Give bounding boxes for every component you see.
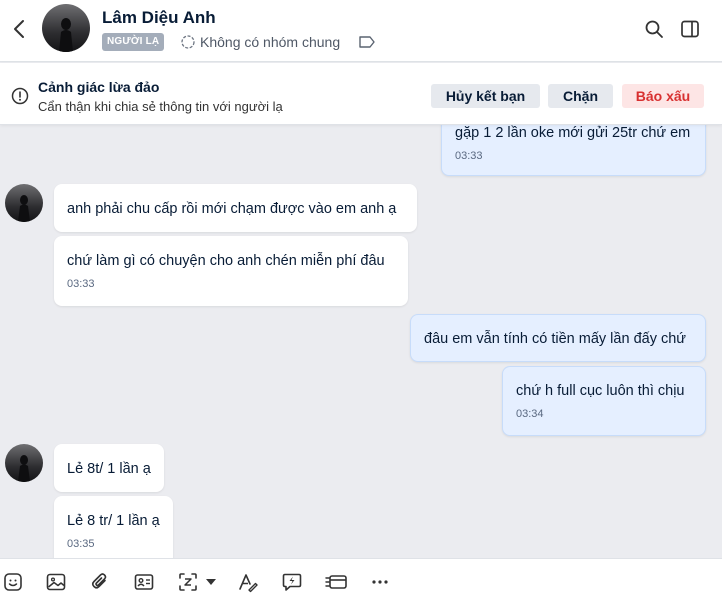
block-button[interactable]: Chặn <box>548 84 613 108</box>
message-bubble-incoming[interactable]: anh phải chu cấp rồi mới chạm được vào e… <box>54 184 417 232</box>
warning-subtitle: Cẩn thận khi chia sẻ thông tin với người… <box>38 99 283 114</box>
toggle-info-panel-button[interactable] <box>677 16 703 42</box>
message-time: 03:35 <box>67 538 95 550</box>
warning-title: Cảnh giác lừa đảo <box>38 79 160 95</box>
chevron-left-icon <box>14 20 24 38</box>
tag-icon <box>359 36 375 48</box>
sidebar-panel-icon <box>681 20 699 38</box>
payment-transfer-button[interactable] <box>324 569 350 595</box>
message-bubble-incoming[interactable]: chứ làm gì có chuyện cho anh chén miễn p… <box>54 236 408 306</box>
screenshot-button[interactable] <box>175 569 201 595</box>
info-icon <box>11 87 29 110</box>
image-icon <box>46 573 66 591</box>
avatar[interactable] <box>5 184 43 222</box>
send-contact-card-button[interactable] <box>131 569 157 595</box>
stranger-badge: NGƯỜI LẠ <box>102 33 165 51</box>
more-options-button[interactable] <box>367 569 393 595</box>
groups-icon <box>181 35 195 49</box>
quick-message-icon <box>282 573 302 591</box>
back-button[interactable] <box>8 16 30 42</box>
chat-header: Lâm Diệu Anh NGƯỜI LẠ Không có nhóm chun… <box>0 0 722 62</box>
quick-message-button[interactable] <box>279 569 305 595</box>
message-text: Lẻ 8t/ 1 lần ạ <box>67 461 151 477</box>
unfriend-button[interactable]: Hủy kết bạn <box>431 84 540 108</box>
composer-toolbar <box>0 558 722 604</box>
search-icon <box>645 20 663 38</box>
send-image-button[interactable] <box>43 569 69 595</box>
sticker-button[interactable] <box>0 569 26 595</box>
report-button[interactable]: Báo xấu <box>622 84 704 108</box>
message-time: 03:34 <box>516 408 544 420</box>
screenshot-options-dropdown[interactable] <box>200 569 222 595</box>
search-button[interactable] <box>641 16 667 42</box>
message-bubble-incoming[interactable]: Lẻ 8t/ 1 lần ạ <box>54 444 164 492</box>
format-text-icon <box>239 574 258 593</box>
message-bubble-outgoing[interactable]: chứ h full cục luôn thì chịu 03:34 <box>502 366 706 436</box>
sticker-icon <box>4 573 22 591</box>
label-tag-button[interactable] <box>358 35 376 54</box>
screenshot-icon <box>179 573 197 591</box>
message-time: 03:33 <box>455 150 483 162</box>
message-text: chứ làm gì có chuyện cho anh chén miễn p… <box>67 253 385 269</box>
text-format-button[interactable] <box>235 569 261 595</box>
message-text: chứ h full cục luôn thì chịu <box>516 383 685 399</box>
caret-down-icon <box>206 579 216 585</box>
message-time: 03:33 <box>67 278 95 290</box>
message-bubble-outgoing[interactable]: đâu em vẫn tính có tiền mấy lần đấy chứ <box>410 314 706 362</box>
group-info-label: Không có nhóm chung <box>200 34 341 50</box>
message-text: đâu em vẫn tính có tiền mấy lần đấy chứ <box>424 331 686 347</box>
payment-card-icon <box>325 575 347 589</box>
avatar[interactable] <box>42 4 90 52</box>
message-list[interactable]: gặp 1 2 lần oke mới gửi 25tr chứ em 03:3… <box>0 62 722 558</box>
attachment-icon <box>91 573 107 589</box>
message-text: anh phải chu cấp rồi mới chạm được vào e… <box>67 201 397 217</box>
message-text: gặp 1 2 lần oke mới gửi 25tr chứ em <box>455 125 691 141</box>
group-info[interactable]: Không có nhóm chung <box>180 34 340 50</box>
avatar[interactable] <box>5 444 43 482</box>
message-text: Lẻ 8 tr/ 1 lần ạ <box>67 513 160 529</box>
message-bubble-incoming[interactable]: Lẻ 8 tr/ 1 lần ạ 03:35 <box>54 496 173 558</box>
contact-card-icon <box>134 574 154 590</box>
attach-file-button[interactable] <box>87 569 113 595</box>
contact-name[interactable]: Lâm Diệu Anh <box>102 8 216 28</box>
scam-warning-bar: Cảnh giác lừa đảo Cẩn thận khi chia sẻ t… <box>0 63 722 125</box>
more-icon <box>372 580 388 584</box>
